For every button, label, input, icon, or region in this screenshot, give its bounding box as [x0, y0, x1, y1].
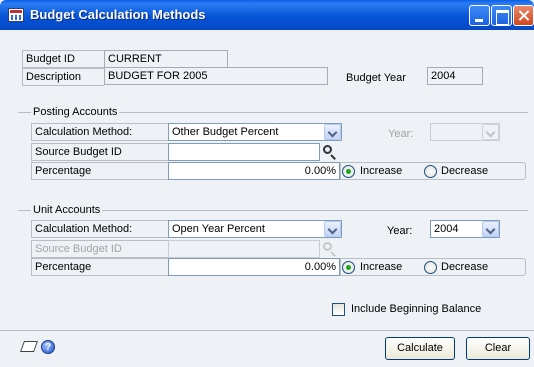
- posting-increase-radio[interactable]: [342, 165, 355, 178]
- window-app-icon: [8, 8, 24, 22]
- unit-increase-radio[interactable]: [342, 261, 355, 274]
- unit-percentage-field[interactable]: 0.00%: [168, 258, 340, 276]
- description-label: Description: [26, 71, 82, 83]
- posting-group-title: Posting Accounts: [31, 105, 120, 119]
- budget-id-field: CURRENT: [104, 50, 228, 68]
- budget-year-field: 2004: [427, 67, 483, 85]
- maximize-button[interactable]: [491, 5, 512, 26]
- unit-decrease-label: Decrease: [441, 261, 489, 273]
- unit-method-dropdown-button[interactable]: [324, 221, 341, 237]
- posting-source-budget-field[interactable]: [168, 143, 320, 161]
- posting-decrease-label: Decrease: [441, 165, 489, 177]
- posting-method-select[interactable]: Other Budget Percent: [168, 123, 342, 141]
- posting-percentage-field[interactable]: 0.00%: [168, 162, 340, 180]
- posting-percentage-label: Percentage: [35, 165, 92, 177]
- posting-year-dropdown-button: [482, 124, 499, 140]
- description-field: BUDGET FOR 2005: [104, 67, 328, 85]
- note-icon[interactable]: [19, 341, 39, 352]
- posting-decrease-radio[interactable]: [424, 165, 437, 178]
- window-title: Budget Calculation Methods: [30, 7, 206, 22]
- budget-calculation-window: Budget Calculation Methods Budget ID CUR…: [0, 0, 534, 367]
- footer-divider: [0, 330, 534, 331]
- posting-source-label: Source Budget ID: [35, 146, 122, 158]
- unit-source-label: Source Budget ID: [35, 243, 122, 255]
- calculate-button[interactable]: Calculate: [385, 337, 455, 360]
- unit-method-label: Calculation Method:: [35, 223, 133, 235]
- clear-button[interactable]: Clear: [466, 337, 530, 360]
- title-bar[interactable]: Budget Calculation Methods: [0, 0, 534, 30]
- include-beginning-balance-label: Include Beginning Balance: [351, 303, 482, 315]
- unit-source-budget-field: [168, 240, 320, 258]
- unit-group-title: Unit Accounts: [31, 203, 103, 217]
- unit-increase-label: Increase: [360, 261, 403, 273]
- help-icon[interactable]: ?: [41, 340, 55, 354]
- budget-year-label: Budget Year: [346, 72, 406, 84]
- include-beginning-balance-checkbox[interactable]: [332, 303, 345, 316]
- posting-method-label: Calculation Method:: [35, 126, 133, 138]
- minimize-button[interactable]: [469, 5, 490, 26]
- posting-year-label: Year:: [388, 128, 414, 140]
- posting-source-lookup-icon[interactable]: [322, 144, 338, 160]
- unit-source-lookup-icon: [322, 241, 338, 257]
- unit-decrease-radio[interactable]: [424, 261, 437, 274]
- unit-year-dropdown-button[interactable]: [482, 221, 499, 237]
- posting-method-dropdown-button[interactable]: [324, 124, 341, 140]
- close-button[interactable]: [513, 5, 534, 26]
- unit-percentage-label: Percentage: [35, 261, 92, 273]
- unit-year-label: Year:: [387, 225, 413, 237]
- unit-method-select[interactable]: Open Year Percent: [168, 220, 342, 238]
- budget-id-label: Budget ID: [26, 53, 75, 65]
- posting-increase-label: Increase: [360, 165, 403, 177]
